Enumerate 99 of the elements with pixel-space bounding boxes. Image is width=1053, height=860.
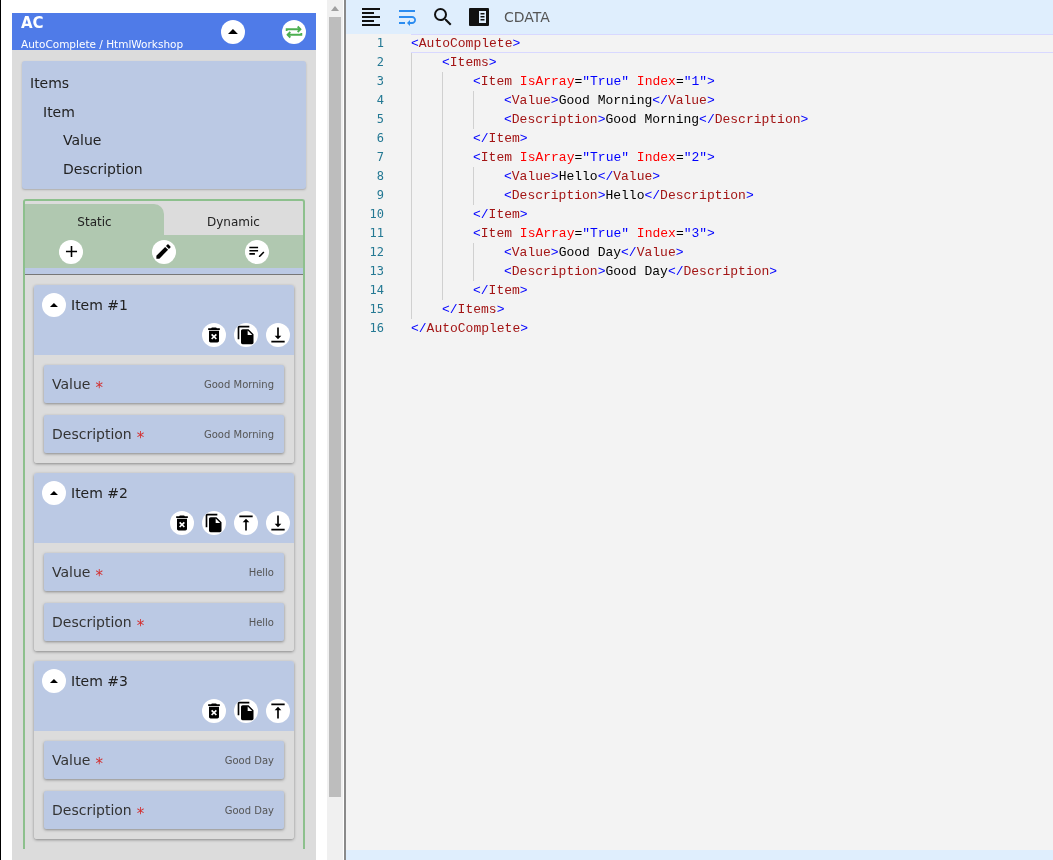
code-line: <Description>Good Day</Description> <box>504 263 778 281</box>
field-value: Hello <box>248 566 274 578</box>
tree-node[interactable]: Description <box>63 154 143 183</box>
caret-icon <box>49 678 59 684</box>
field-value: Good Day <box>224 804 274 816</box>
copy-button[interactable] <box>202 511 226 535</box>
field-value: Good Morning <box>204 428 274 440</box>
copy-icon <box>236 325 256 345</box>
item-title: Item #1 <box>71 297 128 313</box>
panel-icon <box>467 5 491 29</box>
tree-node[interactable]: Value <box>63 126 102 155</box>
caret-icon <box>228 29 238 34</box>
code-line: </Item> <box>473 282 528 300</box>
code-line: <Value>Good Morning</Value> <box>504 92 715 110</box>
field-label: Value <box>52 376 91 392</box>
required-mark: * <box>95 755 103 773</box>
line-number: 8 <box>375 168 384 185</box>
line-number: 11 <box>368 225 384 242</box>
code-line: <Description>Good Morning</Description> <box>504 111 809 129</box>
move-up-button[interactable] <box>234 511 258 535</box>
collapse-button[interactable] <box>221 19 245 44</box>
delete-button[interactable] <box>202 699 226 723</box>
code-line: <Item IsArray="True" Index="1"> <box>473 73 715 91</box>
arrow-down-icon <box>268 513 288 533</box>
tree-node[interactable]: Item <box>43 97 75 126</box>
copy-button[interactable] <box>234 323 258 347</box>
item-title: Item #3 <box>71 673 128 689</box>
required-mark: * <box>95 567 103 585</box>
arrow-up-icon <box>268 701 288 721</box>
field-value: Hello <box>248 616 274 628</box>
code-line: <Items> <box>442 54 497 72</box>
code-line: <Value>Good Day</Value> <box>504 244 684 262</box>
collapse-button[interactable] <box>42 669 66 693</box>
move-up-button[interactable] <box>266 699 290 723</box>
collapse-button[interactable] <box>42 481 66 505</box>
line-number: 7 <box>375 149 384 166</box>
field-label: Value <box>52 752 91 768</box>
collapse-button[interactable] <box>42 293 66 317</box>
add-button[interactable] <box>59 239 84 264</box>
code-line: <Value>Hello</Value> <box>504 168 661 186</box>
align-left-icon <box>359 5 383 29</box>
line-number: 6 <box>375 130 384 147</box>
input-field[interactable]: Value * Hello <box>44 553 284 591</box>
copy-button[interactable] <box>234 699 258 723</box>
line-number: 12 <box>368 244 384 261</box>
form-subtitle: AutoComplete / HtmlWorkshop <box>21 37 185 50</box>
scrollbar[interactable] <box>327 0 343 860</box>
edit-button[interactable] <box>152 239 176 264</box>
sync-button[interactable] <box>282 19 306 44</box>
line-number: 10 <box>368 206 384 223</box>
line-number: 5 <box>375 111 384 128</box>
code-line: </AutoComplete> <box>411 320 529 338</box>
line-number: 2 <box>375 54 384 71</box>
code-line: <AutoComplete> <box>411 34 1053 53</box>
line-number: 4 <box>375 92 384 109</box>
input-field[interactable]: Value * Good Day <box>44 741 284 779</box>
arrow-down-icon <box>268 325 288 345</box>
field-label: Description <box>52 614 132 630</box>
arrow-up-icon <box>236 513 256 533</box>
code-line: </Items> <box>442 301 505 319</box>
delete-button[interactable] <box>170 511 194 535</box>
line-number: 13 <box>368 263 384 280</box>
code-line: <Item IsArray="True" Index="2"> <box>473 149 715 167</box>
tab[interactable]: Static <box>25 204 164 235</box>
code-line: <Description>Hello</Description> <box>504 187 754 205</box>
required-mark: * <box>136 805 145 823</box>
caret-icon <box>49 490 59 496</box>
field-label: Description <box>52 426 132 442</box>
line-number: 16 <box>368 320 384 337</box>
code-line: <Item IsArray="True" Index="3"> <box>473 225 715 243</box>
form-title: AC <box>21 13 45 32</box>
tree-node[interactable]: Items <box>30 69 70 98</box>
copy-icon <box>204 513 224 533</box>
edit-list-button[interactable] <box>244 239 269 264</box>
required-mark: * <box>136 617 145 635</box>
field-value: Good Day <box>224 754 274 766</box>
caret-icon <box>49 302 59 308</box>
line-number: 14 <box>368 282 384 299</box>
code-line: </Item> <box>473 206 528 224</box>
move-down-button[interactable] <box>266 323 290 347</box>
line-number: 3 <box>375 73 384 90</box>
required-mark: * <box>95 379 103 397</box>
line-number: 9 <box>375 187 384 204</box>
input-field[interactable]: Description * Good Day <box>44 791 284 829</box>
move-down-button[interactable] <box>266 511 290 535</box>
cdata-label[interactable]: CDATA <box>504 9 550 25</box>
input-field[interactable]: Value * Good Morning <box>44 365 284 403</box>
item-title: Item #2 <box>71 485 128 501</box>
copy-icon <box>236 701 256 721</box>
line-number: 1 <box>375 35 384 52</box>
required-mark: * <box>136 429 145 447</box>
line-number: 15 <box>368 301 384 318</box>
field-label: Value <box>52 564 91 580</box>
field-label: Description <box>52 802 132 818</box>
input-field[interactable]: Description * Good Morning <box>44 415 284 453</box>
delete-button[interactable] <box>202 323 226 347</box>
code-line: </Item> <box>473 130 528 148</box>
field-value: Good Morning <box>204 378 274 390</box>
input-field[interactable]: Description * Hello <box>44 603 284 641</box>
